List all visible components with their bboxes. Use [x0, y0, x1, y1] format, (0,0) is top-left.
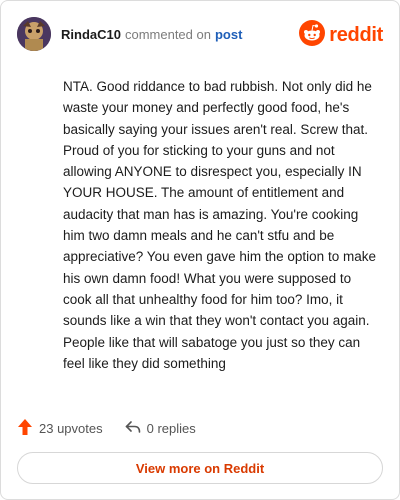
replies-count: 0 replies [146, 421, 196, 436]
replies-stat[interactable]: 0 replies [125, 420, 196, 437]
comment-header: RindaC10 commented on post reddit [17, 17, 383, 51]
post-link[interactable]: post [215, 27, 242, 42]
comment-body: NTA. Good riddance to bad rubbish. Not o… [63, 79, 376, 371]
reddit-logo-icon [299, 20, 326, 51]
comment-footer: 23 upvotes 0 replies [17, 418, 196, 439]
reply-arrow-icon [125, 420, 141, 437]
upvote-arrow-icon [17, 418, 33, 439]
reddit-wordmark: reddit [329, 24, 383, 46]
action-text: commented on [124, 26, 211, 42]
user-avatar-icon[interactable] [17, 17, 51, 51]
upvotes-count: 23 upvotes [39, 421, 103, 436]
upvotes-stat[interactable]: 23 upvotes [17, 418, 103, 439]
comment-meta: RindaC10 commented on post [61, 27, 242, 42]
view-more-label: View more on Reddit [135, 460, 265, 476]
reddit-brand[interactable]: reddit [299, 20, 383, 51]
username-link[interactable]: RindaC10 [61, 27, 121, 42]
view-more-button[interactable]: View more on Reddit [17, 452, 383, 484]
comment-card: RindaC10 commented on post reddit NTA. G… [0, 0, 400, 500]
